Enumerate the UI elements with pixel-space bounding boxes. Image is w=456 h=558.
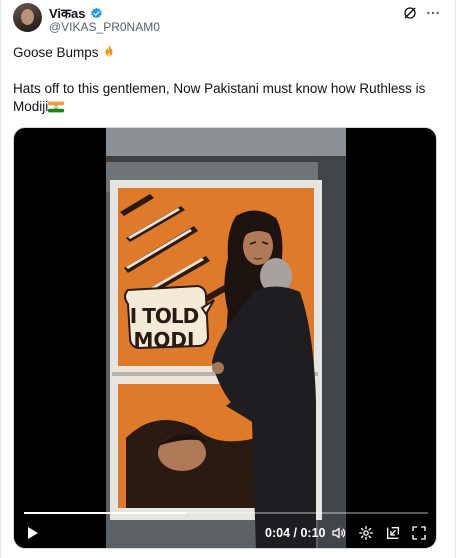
- video-frame[interactable]: I TOLD MODI: [106, 128, 346, 548]
- fire-icon: [105, 44, 113, 57]
- settings-icon[interactable]: [358, 525, 374, 541]
- tweet-text-goose: Goose Bumps: [13, 45, 99, 60]
- tweet-text-line1: Goose Bumps: [13, 44, 116, 62]
- video-still: I TOLD MODI: [106, 128, 346, 548]
- avatar[interactable]: [13, 3, 42, 32]
- progress-fill: [24, 512, 186, 514]
- author-handle[interactable]: @VIKAS_PR0NAM0: [49, 20, 160, 34]
- fullscreen-icon[interactable]: [411, 525, 427, 541]
- poster-speech-text: I TOLD: [130, 304, 199, 328]
- more-icon[interactable]: [425, 5, 441, 21]
- grok-icon[interactable]: [402, 5, 418, 21]
- tweet-text-body: Hats off to this gentlemen, Now Pakistan…: [13, 81, 426, 114]
- progress-bar[interactable]: [24, 512, 428, 514]
- video-player[interactable]: I TOLD MODI 0:04 / 0:10: [13, 127, 437, 549]
- time-current: 0:04: [265, 526, 291, 540]
- tweet-text-line2: Hats off to this gentlemen, Now Pakistan…: [13, 80, 441, 116]
- tweet-card: Viकas @VIKAS_PR0NAM0 Goose Bumps Hats of…: [0, 0, 456, 558]
- svg-text:MODI: MODI: [134, 328, 195, 352]
- volume-icon[interactable]: [331, 525, 347, 541]
- verified-icon: [90, 7, 102, 18]
- time-total: 0:10: [300, 526, 326, 540]
- play-icon[interactable]: [24, 525, 40, 541]
- time-display: 0:04 / 0:10: [265, 526, 326, 540]
- pip-icon[interactable]: [385, 525, 401, 541]
- india-flag-icon: [48, 101, 65, 113]
